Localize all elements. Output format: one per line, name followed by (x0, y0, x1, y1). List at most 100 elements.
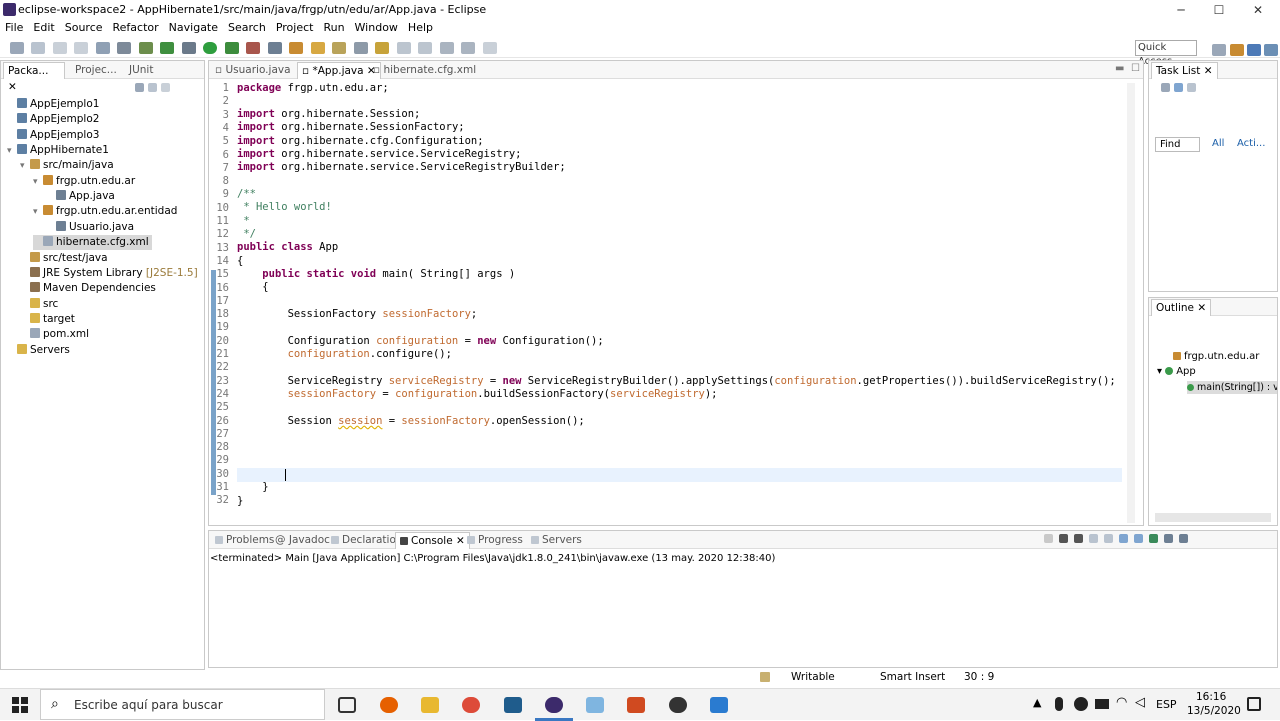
display-console-icon[interactable] (1164, 534, 1173, 543)
tree-item[interactable]: JRE System Library [J2SE-1.5] (20, 266, 198, 281)
run-icon[interactable] (203, 42, 217, 54)
build-icon[interactable] (138, 42, 153, 54)
menu-refactor[interactable]: Refactor (108, 20, 164, 36)
powerpoint-icon[interactable] (627, 697, 645, 713)
notifications-icon[interactable] (1247, 697, 1261, 711)
battery-icon[interactable] (1095, 699, 1109, 709)
scheduled-icon[interactable] (1187, 83, 1196, 92)
save-icon[interactable] (31, 42, 45, 54)
new-java-project-icon[interactable] (267, 42, 282, 54)
eclipse-taskbar-icon[interactable] (545, 697, 563, 713)
maximize-button[interactable]: ☐ (1199, 0, 1239, 20)
show-stderr-icon[interactable] (1134, 534, 1143, 543)
show-stdout-icon[interactable] (1119, 534, 1128, 543)
quick-access-field[interactable]: Quick Access (1135, 40, 1197, 67)
tab-console[interactable]: Console ✕ (395, 532, 470, 549)
tree-item[interactable]: ▾ frgp.utn.edu.ar (33, 174, 135, 189)
outline-class[interactable]: ▾ App (1157, 366, 1196, 377)
task-view-icon[interactable] (338, 697, 356, 713)
tab-hibernate-cfg[interactable]: ▫ hibernate.cfg.xml (369, 62, 480, 79)
tab-javadoc[interactable]: @ Javadoc (271, 532, 334, 549)
editor-scrollbar[interactable] (1127, 83, 1135, 523)
tree-item[interactable]: ▾ AppHibernate1 (7, 143, 109, 158)
back-icon[interactable] (461, 42, 475, 54)
taskbar-time[interactable]: 16:16 (1196, 691, 1226, 703)
tree-item[interactable]: pom.xml (20, 327, 89, 342)
menu-project[interactable]: Project (271, 20, 319, 36)
expand-arrow-icon[interactable]: ▾ (33, 205, 43, 220)
pen-icon[interactable] (375, 42, 389, 54)
tab-progress[interactable]: Progress (463, 532, 527, 549)
print-icon[interactable] (74, 42, 88, 54)
chrome-icon[interactable] (462, 697, 480, 713)
new-package-icon[interactable] (289, 42, 303, 54)
menu-window[interactable]: Window (350, 20, 403, 36)
expand-arrow-icon[interactable]: ▾ (33, 175, 43, 190)
menu-file[interactable]: File (0, 20, 28, 36)
tree-item[interactable]: ▾ src/main/java (20, 158, 114, 173)
tree-item[interactable]: src/test/java (20, 251, 108, 266)
outline-package[interactable]: frgp.utn.edu.ar (1173, 351, 1259, 362)
collapse-all-icon[interactable] (135, 83, 144, 92)
tree-item[interactable]: App.java (46, 189, 115, 204)
camera-icon[interactable] (1074, 697, 1088, 711)
next-annotation-icon[interactable] (396, 42, 411, 54)
view-menu-icon[interactable] (161, 83, 170, 92)
open-console-icon[interactable] (1179, 534, 1188, 543)
tree-item[interactable]: AppEjemplo2 (7, 112, 99, 127)
language-indicator[interactable]: ESP (1156, 698, 1177, 711)
editor-minimize-button[interactable]: ▬ (1115, 63, 1124, 74)
outline-method[interactable]: main(String[]) : v (1187, 381, 1277, 394)
tab-outline[interactable]: Outline ✕ (1151, 299, 1212, 316)
outline-scrollbar[interactable] (1155, 513, 1271, 522)
minimize-button[interactable]: ─ (1161, 0, 1201, 20)
expand-arrow-icon[interactable]: ▾ (20, 159, 30, 174)
file-explorer-icon[interactable] (421, 697, 439, 713)
tab-package-explorer[interactable]: Packa... ✕ (3, 62, 65, 93)
tab-project-explorer[interactable]: Projec... (71, 62, 121, 79)
tree-item[interactable]: target (20, 312, 75, 327)
volume-icon[interactable]: ◁ (1135, 695, 1145, 710)
toggle-mark-icon[interactable] (353, 42, 368, 54)
close-button[interactable]: ✕ (1238, 0, 1278, 20)
java-ee-perspective-icon[interactable] (1230, 44, 1244, 56)
open-perspective-icon[interactable] (1212, 44, 1226, 56)
skip-breakpoints-icon[interactable] (117, 42, 131, 54)
debug-perspective-icon[interactable] (1264, 44, 1278, 56)
tab-junit[interactable]: JUnit (125, 62, 157, 79)
terminate-icon[interactable] (1044, 534, 1053, 543)
refresh-icon[interactable] (160, 42, 174, 54)
editor-maximize-button[interactable]: ☐ (1131, 63, 1140, 74)
vscode-icon[interactable] (504, 697, 522, 713)
menu-source[interactable]: Source (60, 20, 108, 36)
remove-all-icon[interactable] (1074, 534, 1083, 543)
menu-help[interactable]: Help (403, 20, 438, 36)
app-icon[interactable] (586, 697, 604, 713)
clear-console-icon[interactable] (1089, 534, 1098, 543)
tree-item[interactable]: AppEjemplo3 (7, 128, 99, 143)
photos-icon[interactable] (710, 697, 728, 713)
tab-task-list[interactable]: Task List ✕ (1151, 62, 1218, 79)
microphone-icon[interactable] (1055, 697, 1063, 711)
menu-navigate[interactable]: Navigate (164, 20, 223, 36)
chevron-up-icon[interactable]: ▲ (1033, 696, 1041, 709)
terminal-icon[interactable] (95, 42, 110, 54)
pin-console-icon[interactable] (1149, 534, 1158, 543)
taskbar-date[interactable]: 13/5/2020 (1187, 705, 1241, 717)
menu-search[interactable]: Search (223, 20, 271, 36)
last-edit-icon[interactable] (439, 42, 454, 54)
tree-item[interactable]: src (20, 297, 58, 312)
wifi-icon[interactable]: ◠ (1116, 695, 1127, 710)
find-field[interactable]: Find (1155, 137, 1200, 152)
windows-start-icon[interactable] (12, 697, 28, 713)
all-link[interactable]: All (1212, 138, 1224, 149)
taskbar-search-box[interactable]: ⌕ Escribe aquí para buscar (40, 689, 325, 720)
open-type-icon[interactable] (310, 42, 325, 54)
link-editor-icon[interactable] (148, 83, 157, 92)
search-toolbar-icon[interactable] (332, 42, 346, 54)
tree-item[interactable]: Maven Dependencies (20, 281, 156, 296)
prev-annotation-icon[interactable] (418, 42, 432, 54)
tab-usuario-java[interactable]: ▫ Usuario.java (211, 62, 295, 79)
forward-icon[interactable] (482, 42, 497, 54)
coverage-icon[interactable] (224, 42, 239, 54)
